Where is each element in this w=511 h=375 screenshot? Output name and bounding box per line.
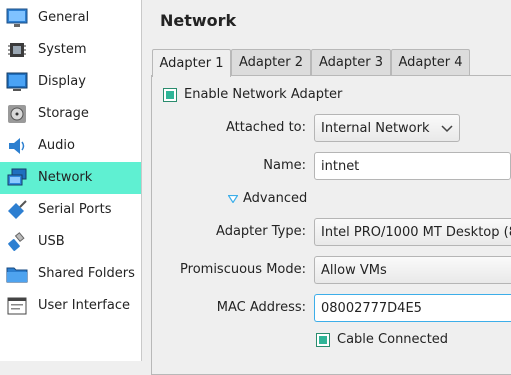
- sidebar-item-general[interactable]: General: [0, 2, 141, 34]
- tab-adapter-2[interactable]: Adapter 2: [231, 49, 311, 75]
- mac-address-field[interactable]: 08002777D4E5: [314, 294, 511, 322]
- mac-address-label: MAC Address:: [216, 300, 306, 315]
- adapter-type-select[interactable]: Intel PRO/1000 MT Desktop (82: [314, 218, 511, 246]
- sidebar-item-display[interactable]: Display: [0, 66, 141, 98]
- network-name-value: intnet: [321, 158, 360, 174]
- speaker-icon: [9, 138, 25, 154]
- sidebar-item-label: USB: [38, 234, 65, 249]
- tab-label: Adapter 2: [239, 55, 303, 70]
- expand-triangle-icon[interactable]: [228, 195, 238, 203]
- sidebar-item-network[interactable]: Network: [0, 162, 141, 194]
- attached-to-label: Attached to:: [225, 120, 306, 135]
- attached-to-select[interactable]: Internal Network: [314, 114, 460, 142]
- sidebar-item-audio[interactable]: Audio: [0, 130, 141, 162]
- promiscuous-mode-label: Promiscuous Mode:: [180, 262, 306, 277]
- sidebar-item-label: Network: [38, 170, 93, 185]
- tab-label: Adapter 4: [398, 55, 463, 70]
- network-name-field[interactable]: intnet: [314, 152, 511, 180]
- chip-icon: [8, 43, 26, 57]
- sidebar-item-shared-folders[interactable]: Shared Folders: [0, 258, 141, 290]
- sidebar-item-serial-ports[interactable]: Serial Ports: [0, 194, 141, 226]
- sidebar-item-label: Shared Folders: [38, 266, 135, 281]
- tab-label: Adapter 1: [159, 56, 224, 71]
- attached-to-value: Internal Network: [321, 120, 430, 136]
- tab-adapter-4[interactable]: Adapter 4: [391, 49, 470, 75]
- sidebar-item-user-interface[interactable]: User Interface: [0, 290, 141, 322]
- serial-plug-icon: [8, 200, 27, 219]
- promiscuous-mode-select[interactable]: Allow VMs: [314, 256, 511, 284]
- usb-icon: [8, 232, 25, 251]
- sidebar-item-label: System: [38, 42, 87, 57]
- enable-adapter-checkbox[interactable]: [163, 88, 177, 102]
- settings-sidebar: General System Display Storage Audio Net…: [0, 0, 142, 361]
- sidebar-item-label: Serial Ports: [38, 202, 112, 217]
- sidebar-item-label: Audio: [38, 138, 75, 153]
- promiscuous-mode-value: Allow VMs: [321, 262, 387, 278]
- sidebar-item-label: General: [38, 10, 90, 25]
- enable-adapter-label: Enable Network Adapter: [184, 87, 343, 102]
- chevron-down-icon: [441, 125, 453, 133]
- sidebar-item-label: Storage: [38, 106, 89, 121]
- tab-label: Adapter 3: [319, 55, 383, 70]
- sidebar-item-storage[interactable]: Storage: [0, 98, 141, 130]
- folder-icon: [6, 267, 28, 283]
- window-icon: [7, 297, 27, 315]
- name-label: Name:: [263, 158, 306, 173]
- cable-connected-checkbox[interactable]: [316, 333, 330, 347]
- sidebar-item-label: User Interface: [38, 298, 130, 313]
- monitor-icon: [6, 8, 28, 27]
- adapter-type-value: Intel PRO/1000 MT Desktop (82: [321, 224, 511, 240]
- mac-address-value: 08002777D4E5: [321, 300, 422, 316]
- sidebar-item-label: Display: [38, 74, 86, 89]
- page-title: Network: [160, 11, 237, 30]
- cable-connected-label: Cable Connected: [337, 332, 449, 347]
- sidebar-item-system[interactable]: System: [0, 34, 141, 66]
- adapter-type-label: Adapter Type:: [216, 224, 306, 239]
- tab-adapter-3[interactable]: Adapter 3: [311, 49, 391, 75]
- disk-icon: [8, 105, 26, 123]
- sidebar-item-usb[interactable]: USB: [0, 226, 141, 258]
- tab-adapter-1[interactable]: Adapter 1: [152, 49, 231, 77]
- network-icon: [7, 168, 27, 186]
- display-icon: [6, 72, 28, 91]
- advanced-toggle-label[interactable]: Advanced: [243, 191, 307, 206]
